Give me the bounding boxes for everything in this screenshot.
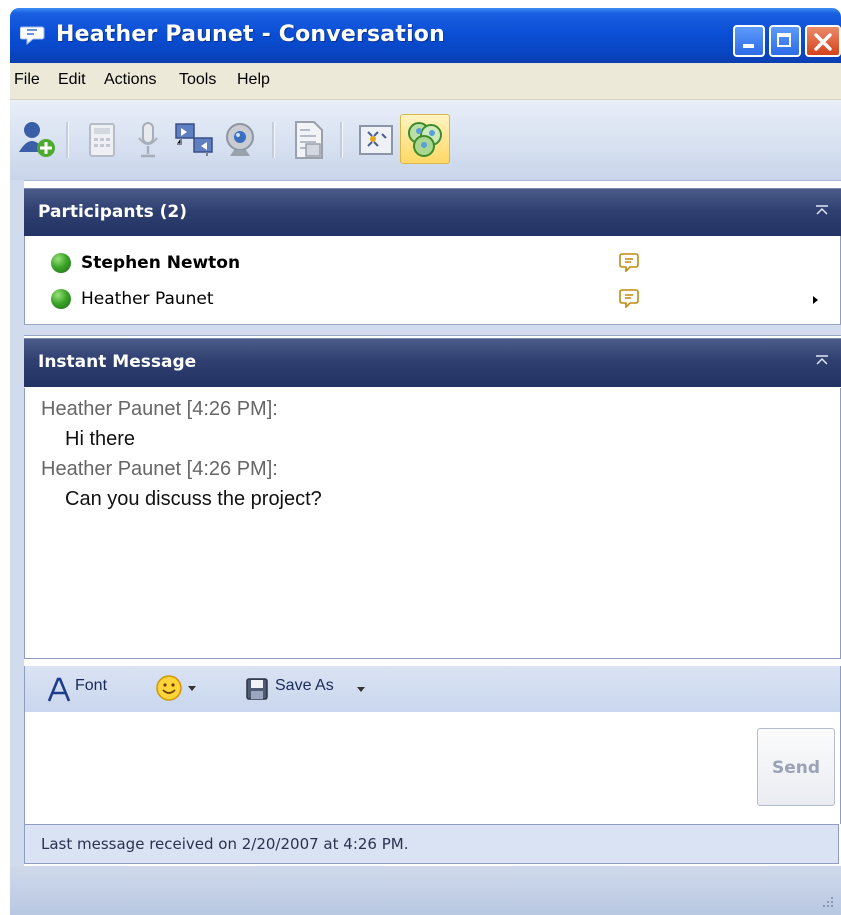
instant-message-title: Instant Message xyxy=(38,352,197,372)
compose-area: Send xyxy=(24,712,841,824)
window-title: Heather Paunet - Conversation xyxy=(56,22,445,47)
toolbar xyxy=(10,100,841,181)
phone-dialpad-icon[interactable] xyxy=(80,118,124,162)
collapse-up-icon[interactable] xyxy=(815,203,829,219)
close-button[interactable] xyxy=(805,25,841,57)
smiley-icon xyxy=(156,675,182,701)
participant-name: Stephen Newton xyxy=(81,253,241,273)
message-history[interactable]: Heather Paunet [4:26 PM]: Hi there Heath… xyxy=(24,388,841,659)
participant-row[interactable]: Heather Paunet xyxy=(25,284,840,316)
add-participant-icon[interactable] xyxy=(16,118,60,162)
font-label: Font xyxy=(75,677,108,694)
conversation-bubbles-icon xyxy=(408,122,442,157)
instant-message-icon[interactable] xyxy=(619,252,639,272)
toolbar-separator xyxy=(340,122,343,158)
window-left-frame xyxy=(10,180,24,866)
conversation-bubbles-button[interactable] xyxy=(400,114,450,164)
message-input[interactable] xyxy=(31,718,747,818)
menu-edit[interactable]: Edit xyxy=(58,71,86,89)
microphone-icon[interactable] xyxy=(126,118,170,162)
send-file-icon[interactable] xyxy=(286,118,330,162)
font-icon xyxy=(47,677,71,702)
message-text: Can you discuss the project? xyxy=(65,488,322,510)
status-bar: Last message received on 2/20/2007 at 4:… xyxy=(24,824,839,864)
panel-splitter[interactable] xyxy=(24,324,841,336)
minimize-icon xyxy=(743,44,754,48)
whiteboard-icon[interactable] xyxy=(354,118,398,162)
menu-file[interactable]: File xyxy=(14,71,40,89)
maximize-button[interactable] xyxy=(769,25,801,57)
save-as-button[interactable]: Save As xyxy=(245,672,375,706)
resize-grip-icon[interactable] xyxy=(821,895,835,909)
window-bottom-frame xyxy=(10,866,841,915)
presence-online-icon xyxy=(51,253,71,273)
participants-title: Participants (2) xyxy=(38,202,187,222)
participant-name: Heather Paunet xyxy=(81,289,214,309)
save-as-label: Save As xyxy=(275,677,334,694)
chevron-down-icon xyxy=(188,686,196,691)
conversation-window: Heather Paunet - Conversation File Edit … xyxy=(10,0,841,915)
collapse-up-icon[interactable] xyxy=(815,353,829,369)
participants-list: Stephen Newton Heather Paunet xyxy=(24,236,841,324)
minimize-button[interactable] xyxy=(733,25,765,57)
font-button[interactable]: Font xyxy=(47,672,137,706)
title-bar[interactable]: Heather Paunet - Conversation xyxy=(10,8,841,63)
toolbar-separator xyxy=(66,122,69,158)
last-message-status: Last message received on 2/20/2007 at 4:… xyxy=(41,835,409,853)
format-toolbar: Font Save As xyxy=(24,666,841,712)
presence-online-icon xyxy=(51,289,71,309)
toolbar-separator xyxy=(272,122,275,158)
send-button[interactable]: Send xyxy=(757,728,835,806)
webcam-icon[interactable] xyxy=(218,118,262,162)
message-sender: Heather Paunet [4:26 PM]: xyxy=(41,458,278,480)
expand-arrow-icon[interactable] xyxy=(813,296,818,304)
menu-actions[interactable]: Actions xyxy=(104,71,156,89)
participant-row[interactable]: Stephen Newton xyxy=(25,248,840,280)
instant-message-header[interactable]: Instant Message xyxy=(24,338,841,387)
menu-help[interactable]: Help xyxy=(237,71,270,89)
share-desktop-icon[interactable] xyxy=(172,118,216,162)
close-icon xyxy=(814,33,832,51)
participants-header[interactable]: Participants (2) xyxy=(24,188,841,237)
maximize-icon xyxy=(777,33,791,47)
menu-bar: File Edit Actions Tools Help xyxy=(10,63,841,100)
messenger-icon xyxy=(20,26,45,46)
instant-message-icon[interactable] xyxy=(619,288,639,308)
menu-tools[interactable]: Tools xyxy=(179,71,216,89)
message-sender: Heather Paunet [4:26 PM]: xyxy=(41,398,278,420)
emoticon-button[interactable] xyxy=(155,674,205,704)
message-text: Hi there xyxy=(65,428,136,450)
save-disk-icon xyxy=(246,678,268,700)
chevron-down-icon xyxy=(357,687,365,692)
